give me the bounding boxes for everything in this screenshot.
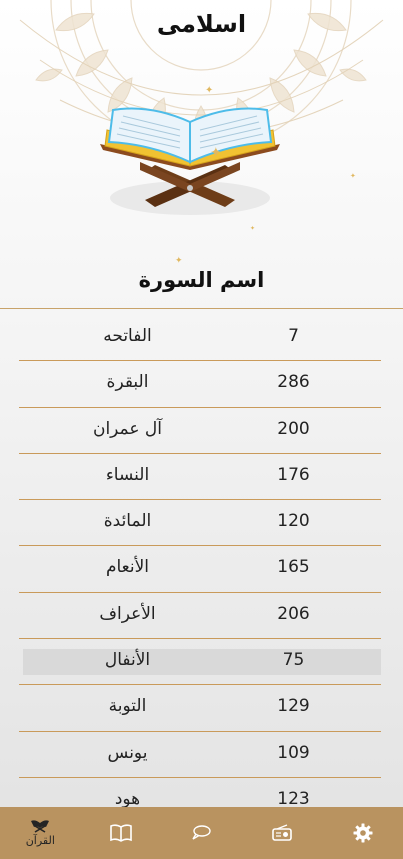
surah-row-selected[interactable]: الأنفال 75	[19, 639, 381, 686]
surah-row[interactable]: التوبة 129	[19, 685, 381, 732]
surah-name: آل عمران	[92, 418, 163, 439]
surah-name: التوبة	[108, 696, 147, 717]
surah-name: البقرة	[106, 372, 149, 393]
sparkle-icon: ✦	[210, 145, 222, 161]
surah-name-header: اسم السورة	[138, 268, 265, 292]
sparkle-icon: ✦	[350, 172, 356, 180]
surah-name: الفاتحه	[103, 326, 152, 346]
surah-list[interactable]: الفاتحه 7 البقرة 286 آل عمران 200 النساء 176…	[19, 315, 381, 807]
chat-bubble-icon	[192, 825, 212, 840]
sparkle-icon: ✦	[205, 85, 214, 96]
surah-row[interactable]: يونس 109	[19, 732, 381, 778]
sparkle-icon: ✦	[250, 225, 256, 232]
surah-row[interactable]: البقرة 286	[19, 361, 381, 408]
verse-count: 109	[277, 742, 310, 763]
sparkle-icon: ✦	[175, 256, 183, 266]
verse-count: 123	[277, 788, 310, 807]
surah-name: النساء	[105, 464, 150, 485]
surah-row[interactable]: النساء 176	[19, 454, 381, 501]
quran-illustration	[95, 92, 285, 222]
header-divider	[0, 308, 403, 309]
verse-count: 75	[282, 650, 305, 671]
radio-icon	[272, 824, 292, 841]
nav-radio[interactable]	[242, 807, 323, 859]
nav-quran[interactable]: القرآن	[0, 807, 81, 859]
nav-quran-label: القرآن	[25, 834, 55, 847]
bottom-navigation: القرآن	[0, 807, 403, 859]
surah-name: المائدة	[103, 511, 152, 532]
app-title: اسلامى	[156, 10, 247, 38]
surah-row[interactable]: الفاتحه 7	[19, 315, 381, 362]
nav-settings[interactable]	[322, 807, 403, 859]
verse-count: 7	[288, 326, 299, 346]
surah-name: الأنعام	[105, 557, 150, 578]
surah-row[interactable]: آل عمران 200	[19, 408, 381, 454]
verse-count: 206	[277, 603, 310, 624]
surah-name: هود	[114, 788, 141, 807]
surah-name: الأنفال	[104, 650, 151, 671]
nav-tasbeeh[interactable]	[161, 807, 242, 859]
surah-row[interactable]: هود 123	[19, 778, 381, 807]
book-icon	[110, 824, 132, 842]
gear-icon	[353, 823, 373, 843]
nav-hadith[interactable]	[81, 807, 162, 859]
surah-row[interactable]: المائدة 120	[19, 500, 381, 547]
verse-count: 165	[277, 557, 310, 578]
surah-row[interactable]: الأنعام 165	[19, 546, 381, 593]
verse-count: 120	[277, 511, 310, 532]
verse-count: 129	[277, 696, 310, 717]
verse-count: 200	[277, 418, 310, 439]
verse-count: 286	[277, 372, 310, 393]
quran-icon	[31, 820, 50, 833]
surah-name: الأعراف	[99, 603, 156, 624]
app-bar: اسلامى	[0, 0, 403, 56]
surah-row[interactable]: الأعراف 206	[19, 593, 381, 640]
surah-name: يونس	[107, 742, 148, 763]
verse-count: 176	[277, 464, 310, 485]
